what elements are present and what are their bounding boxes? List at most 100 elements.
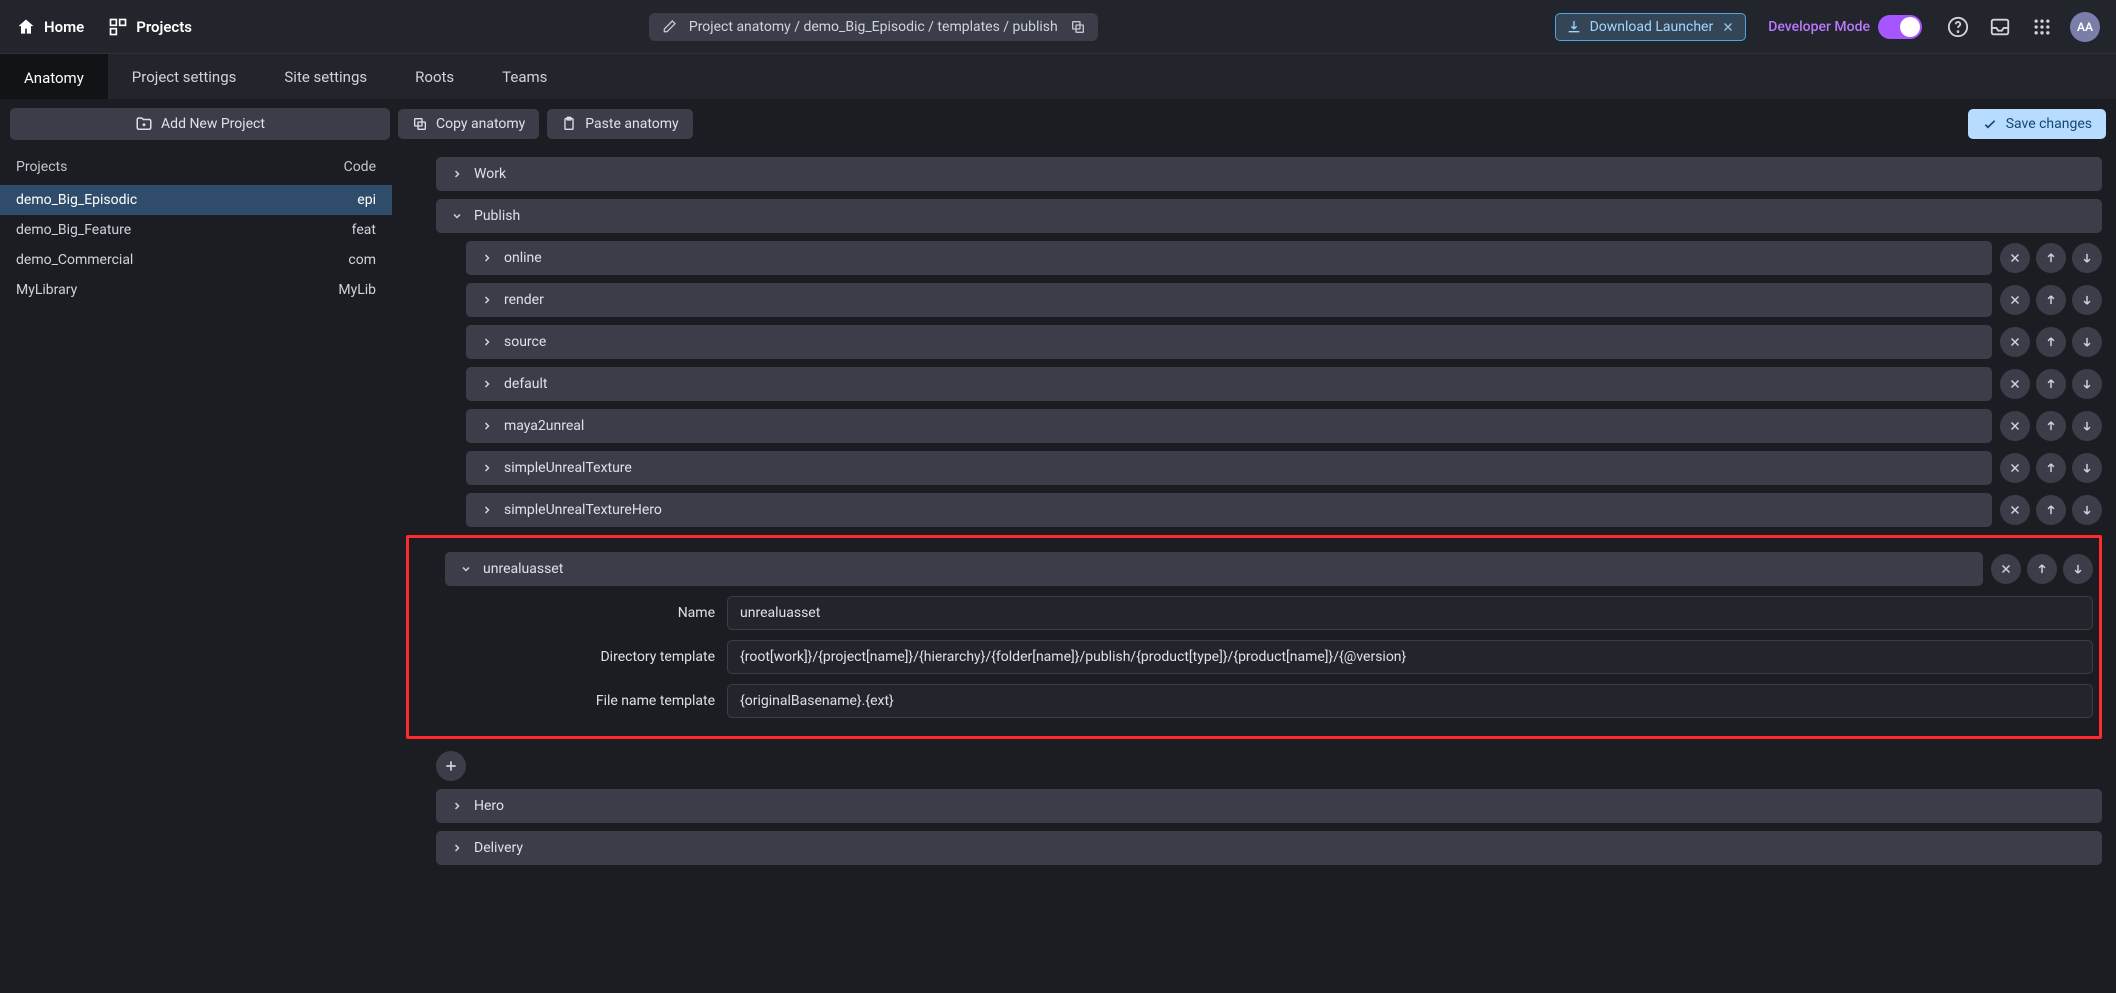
tab-teams[interactable]: Teams [478,54,571,99]
copy-anatomy-label: Copy anatomy [436,116,525,132]
toggle-switch[interactable] [1878,15,1922,39]
clipboard-icon [561,116,577,132]
tab-teams-label: Teams [502,68,547,86]
chevron-right-icon [480,462,494,474]
projects-sidebar: Projects Code demo_Big_Episodicepidemo_B… [0,149,392,993]
publish-item-row[interactable]: source [466,325,1992,359]
publish-item-label: maya2unreal [504,418,584,434]
remove-button[interactable] [2000,243,2030,273]
tab-project-settings[interactable]: Project settings [108,54,261,99]
section-hero[interactable]: Hero [436,789,2102,823]
section-delivery[interactable]: Delivery [436,831,2102,865]
chevron-down-icon [459,563,473,575]
remove-button[interactable] [2000,495,2030,525]
move-up-button[interactable] [2036,495,2066,525]
move-up-button[interactable] [2036,285,2066,315]
directory-template-input[interactable] [727,640,2093,674]
publish-item-row[interactable]: render [466,283,1992,317]
move-down-button[interactable] [2072,285,2102,315]
nav-home[interactable]: Home [16,17,84,37]
move-down-button[interactable] [2063,554,2093,584]
projects-header-label: Projects [16,159,344,175]
add-new-project-button[interactable]: Add New Project [10,108,390,140]
move-down-button[interactable] [2072,411,2102,441]
paste-anatomy-label: Paste anatomy [585,116,678,132]
chevron-right-icon [450,168,464,180]
move-up-button[interactable] [2036,243,2066,273]
remove-button[interactable] [2000,327,2030,357]
help-button[interactable] [1944,13,1972,41]
copy-icon [412,116,428,132]
chevron-right-icon [480,504,494,516]
unrealuasset-form: Name Directory template File name templa… [475,596,2093,718]
move-up-button[interactable] [2036,453,2066,483]
project-code: com [348,252,376,268]
move-down-button[interactable] [2072,453,2102,483]
close-icon[interactable] [1721,20,1735,34]
folder-plus-icon [135,115,153,133]
filename-template-input[interactable] [727,684,2093,718]
project-row[interactable]: demo_Big_Featurefeat [0,215,392,245]
projects-header-code: Code [344,159,376,175]
project-name: demo_Commercial [16,252,348,268]
apps-grid-button[interactable] [2028,13,2056,41]
name-input[interactable] [727,596,2093,630]
avatar[interactable]: AA [2070,12,2100,42]
publish-item-row[interactable]: simpleUnrealTexture [466,451,1992,485]
developer-mode-toggle[interactable]: Developer Mode [1760,11,1930,43]
publish-item-row[interactable]: maya2unreal [466,409,1992,443]
project-name: MyLibrary [16,282,338,298]
project-row[interactable]: demo_Commercialcom [0,245,392,275]
home-icon [16,17,36,37]
main-content: Work Publish online render source default ma… [392,149,2116,993]
save-changes-label: Save changes [2006,116,2092,132]
toggle-thumb [1900,17,1920,37]
publish-item-row[interactable]: simpleUnrealTextureHero [466,493,1992,527]
add-item-button[interactable] [436,751,466,781]
copy-anatomy-button[interactable]: Copy anatomy [398,109,539,139]
section-delivery-label: Delivery [474,840,523,856]
remove-button[interactable] [2000,411,2030,441]
move-up-button[interactable] [2036,369,2066,399]
move-up-button[interactable] [2036,327,2066,357]
tab-anatomy-label: Anatomy [24,69,84,87]
chevron-right-icon [480,420,494,432]
avatar-initials: AA [2077,20,2093,34]
copy-icon[interactable] [1070,19,1086,35]
download-launcher-label: Download Launcher [1590,19,1714,35]
remove-button[interactable] [1991,554,2021,584]
remove-button[interactable] [2000,369,2030,399]
project-row[interactable]: demo_Big_Episodicepi [0,185,392,215]
breadcrumb[interactable]: Project anatomy / demo_Big_Episodic / te… [649,13,1098,41]
section-work[interactable]: Work [436,157,2102,191]
download-launcher-button[interactable]: Download Launcher [1555,13,1747,41]
move-down-button[interactable] [2072,327,2102,357]
section-unrealuasset[interactable]: unrealuasset [445,552,1983,586]
paste-anatomy-button[interactable]: Paste anatomy [547,109,692,139]
top-center: Project anatomy / demo_Big_Episodic / te… [216,13,1531,41]
tab-roots-label: Roots [415,68,454,86]
inbox-button[interactable] [1986,13,2014,41]
tab-anatomy[interactable]: Anatomy [0,54,108,99]
move-up-button[interactable] [2027,554,2057,584]
filename-template-label: File name template [475,693,715,709]
remove-button[interactable] [2000,453,2030,483]
nav-home-label: Home [44,18,84,36]
nav-projects[interactable]: Projects [108,17,192,37]
publish-item-row[interactable]: default [466,367,1992,401]
move-down-button[interactable] [2072,495,2102,525]
move-down-button[interactable] [2072,243,2102,273]
publish-item-label: online [504,250,542,266]
project-row[interactable]: MyLibraryMyLib [0,275,392,305]
save-changes-button[interactable]: Save changes [1968,109,2106,139]
nav-projects-label: Projects [136,18,192,36]
remove-button[interactable] [2000,285,2030,315]
move-down-button[interactable] [2072,369,2102,399]
publish-item-row[interactable]: online [466,241,1992,275]
move-up-button[interactable] [2036,411,2066,441]
tab-site-settings[interactable]: Site settings [260,54,391,99]
pencil-icon [661,19,677,35]
section-publish[interactable]: Publish [436,199,2102,233]
tab-roots[interactable]: Roots [391,54,478,99]
tabs: Anatomy Project settings Site settings R… [0,53,2116,99]
